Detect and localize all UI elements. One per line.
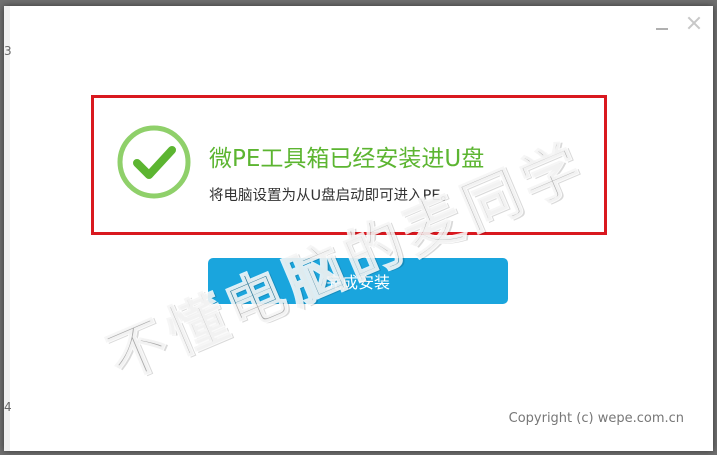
finish-install-button[interactable]: 完成安装 — [208, 258, 508, 304]
window-left-edge: 3 4 — [4, 6, 12, 451]
edge-number-bottom: 4 — [4, 400, 12, 414]
close-icon[interactable] — [687, 16, 701, 30]
installer-window: 3 4 微PE工具箱已经安装进U盘 将电脑设置为从U盘启动即可进入PE。 完成安… — [4, 6, 713, 451]
minimize-icon[interactable] — [655, 16, 669, 30]
edge-number-top: 3 — [4, 44, 12, 58]
finish-install-label: 完成安装 — [325, 273, 390, 292]
copyright-text: Copyright (c) wepe.com.cn — [508, 411, 684, 426]
check-circle-icon — [117, 125, 191, 199]
install-success-title: 微PE工具箱已经安装进U盘 — [209, 146, 485, 172]
window-controls — [655, 16, 701, 30]
install-success-subtitle: 将电脑设置为从U盘启动即可进入PE。 — [209, 188, 456, 204]
